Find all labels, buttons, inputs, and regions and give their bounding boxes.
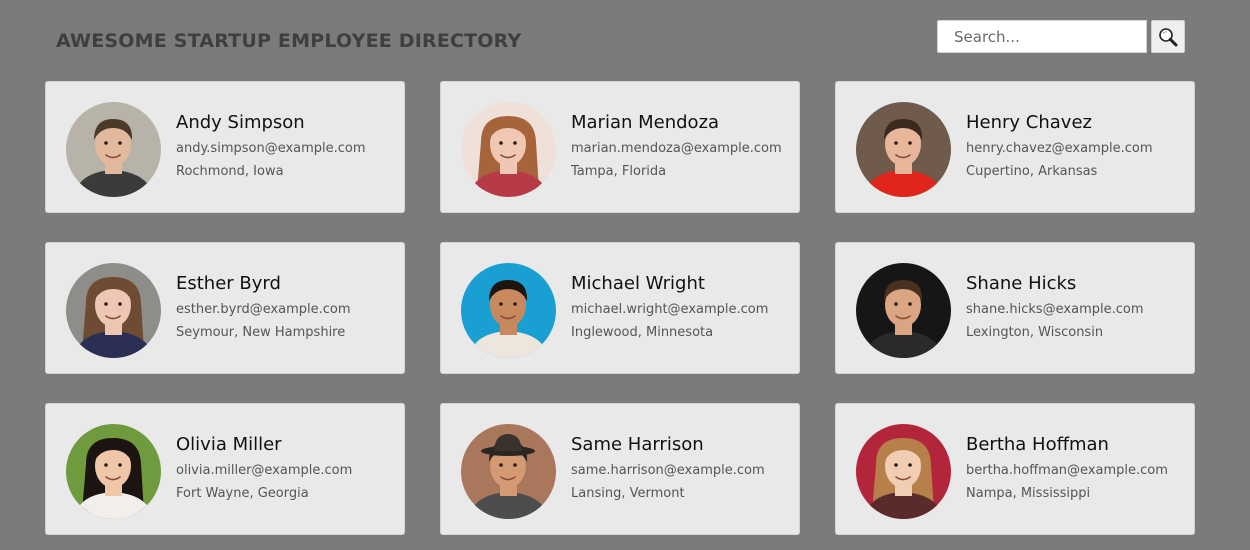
employee-location: Rochmond, Iowa bbox=[176, 164, 284, 179]
avatar bbox=[461, 263, 556, 358]
employee-grid: Andy Simpson andy.simpson@example.com Ro… bbox=[45, 81, 1195, 535]
portrait-photo bbox=[66, 424, 161, 519]
header: AWESOME STARTUP EMPLOYEE DIRECTORY bbox=[0, 0, 1250, 80]
employee-location: Lansing, Vermont bbox=[571, 486, 685, 501]
employee-info: Same Harrison same.harrison@example.com … bbox=[571, 433, 793, 502]
employee-email: marian.mendoza@example.com bbox=[571, 141, 782, 156]
avatar bbox=[66, 102, 161, 197]
employee-name: Bertha Hoffman bbox=[966, 434, 1109, 455]
employee-card[interactable]: Same Harrison same.harrison@example.com … bbox=[440, 403, 800, 535]
employee-card[interactable]: Esther Byrd esther.byrd@example.com Seym… bbox=[45, 242, 405, 374]
employee-card[interactable]: Michael Wright michael.wright@example.co… bbox=[440, 242, 800, 374]
employee-email: esther.byrd@example.com bbox=[176, 302, 351, 317]
magnifier-icon bbox=[1159, 27, 1178, 46]
employee-info: Andy Simpson andy.simpson@example.com Ro… bbox=[176, 111, 398, 180]
avatar bbox=[856, 263, 951, 358]
employee-info: Michael Wright michael.wright@example.co… bbox=[571, 272, 793, 341]
portrait-photo bbox=[856, 424, 951, 519]
employee-name: Henry Chavez bbox=[966, 112, 1092, 133]
employee-name: Olivia Miller bbox=[176, 434, 282, 455]
avatar bbox=[856, 102, 951, 197]
employee-card[interactable]: Olivia Miller olivia.miller@example.com … bbox=[45, 403, 405, 535]
employee-location: Lexington, Wisconsin bbox=[966, 325, 1104, 340]
employee-email: bertha.hoffman@example.com bbox=[966, 463, 1168, 478]
employee-info: Henry Chavez henry.chavez@example.com Cu… bbox=[966, 111, 1188, 180]
employee-location: Tampa, Florida bbox=[571, 164, 667, 179]
employee-card[interactable]: Andy Simpson andy.simpson@example.com Ro… bbox=[45, 81, 405, 213]
employee-card[interactable]: Shane Hicks shane.hicks@example.com Lexi… bbox=[835, 242, 1195, 374]
avatar bbox=[461, 102, 556, 197]
avatar bbox=[66, 424, 161, 519]
portrait-photo bbox=[461, 263, 556, 358]
employee-email: olivia.miller@example.com bbox=[176, 463, 353, 478]
employee-info: Esther Byrd esther.byrd@example.com Seym… bbox=[176, 272, 398, 341]
employee-email: henry.chavez@example.com bbox=[966, 141, 1153, 156]
avatar bbox=[66, 263, 161, 358]
employee-location: Cupertino, Arkansas bbox=[966, 164, 1098, 179]
employee-name: Esther Byrd bbox=[176, 273, 281, 294]
employee-name: Andy Simpson bbox=[176, 112, 305, 133]
portrait-photo bbox=[461, 102, 556, 197]
portrait-photo bbox=[66, 263, 161, 358]
employee-location: Nampa, Mississippi bbox=[966, 486, 1091, 501]
avatar bbox=[461, 424, 556, 519]
employee-location: Fort Wayne, Georgia bbox=[176, 486, 309, 501]
portrait-photo bbox=[461, 424, 556, 519]
employee-name: Shane Hicks bbox=[966, 273, 1077, 294]
search-input[interactable] bbox=[937, 20, 1147, 53]
employee-info: Marian Mendoza marian.mendoza@example.co… bbox=[571, 111, 793, 180]
employee-email: same.harrison@example.com bbox=[571, 463, 765, 478]
employee-email: andy.simpson@example.com bbox=[176, 141, 366, 156]
avatar bbox=[856, 424, 951, 519]
employee-name: Same Harrison bbox=[571, 434, 704, 455]
employee-name: Marian Mendoza bbox=[571, 112, 720, 133]
employee-card[interactable]: Marian Mendoza marian.mendoza@example.co… bbox=[440, 81, 800, 213]
employee-card[interactable]: Bertha Hoffman bertha.hoffman@example.co… bbox=[835, 403, 1195, 535]
page-title: AWESOME STARTUP EMPLOYEE DIRECTORY bbox=[56, 30, 522, 52]
portrait-photo bbox=[66, 102, 161, 197]
employee-location: Seymour, New Hampshire bbox=[176, 325, 346, 340]
search-button[interactable] bbox=[1151, 20, 1185, 53]
employee-directory-page: AWESOME STARTUP EMPLOYEE DIRECTORY Andy … bbox=[0, 0, 1250, 550]
employee-email: michael.wright@example.com bbox=[571, 302, 769, 317]
employee-info: Shane Hicks shane.hicks@example.com Lexi… bbox=[966, 272, 1188, 341]
employee-info: Bertha Hoffman bertha.hoffman@example.co… bbox=[966, 433, 1188, 502]
employee-card[interactable]: Henry Chavez henry.chavez@example.com Cu… bbox=[835, 81, 1195, 213]
portrait-photo bbox=[856, 102, 951, 197]
employee-name: Michael Wright bbox=[571, 273, 705, 294]
employee-email: shane.hicks@example.com bbox=[966, 302, 1144, 317]
employee-location: Inglewood, Minnesota bbox=[571, 325, 714, 340]
portrait-photo bbox=[856, 263, 951, 358]
employee-info: Olivia Miller olivia.miller@example.com … bbox=[176, 433, 398, 502]
